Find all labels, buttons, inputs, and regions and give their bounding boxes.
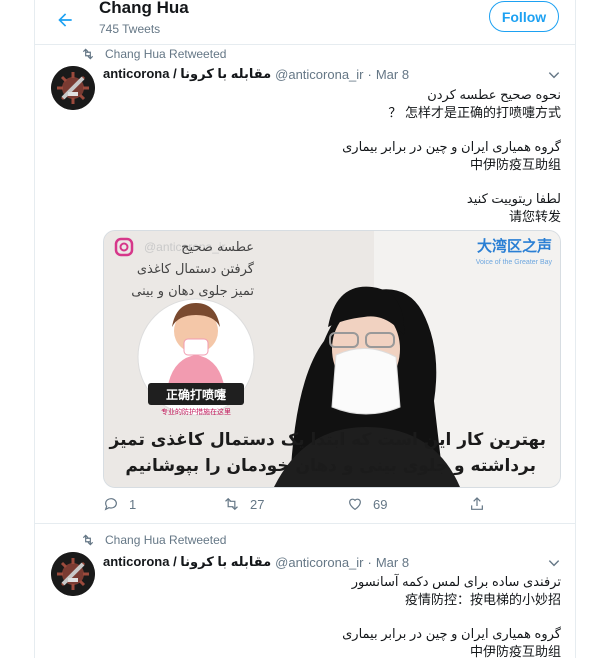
meta-separator: · <box>367 66 372 82</box>
tweet[interactable]: Chang Hua Retweeted anticorona / مقابله … <box>35 524 575 661</box>
channel-brand: 大湾区之声 <box>477 237 552 255</box>
display-name[interactable]: anticorona / مقابله با کرونا <box>103 66 271 82</box>
like-icon <box>349 498 361 511</box>
tweet-text: ترفندی ساده برای لمس دکمه آسانسور 疫情防控：按… <box>103 573 561 661</box>
chevron-down-icon[interactable] <box>547 68 561 82</box>
tweet-line-break <box>103 122 561 138</box>
tweet-line: لطفا ریتوییت کنید <box>466 191 561 206</box>
overlay-caption-line: تمیز جلوی دهان و بینی <box>131 284 254 299</box>
tweet-line: 疫情防控：按电梯的小妙招 <box>404 592 561 607</box>
user-handle[interactable]: @anticorona_ir <box>275 555 363 570</box>
illustration-badge-sub: 专业的防护措施在这里 <box>161 407 231 416</box>
profile-name: Chang Hua <box>99 0 189 17</box>
tweet-video[interactable]: @anticorona_ir عطسه صحیح گرفتن دستمال کا… <box>103 230 561 488</box>
retweet-indicator: Chang Hua Retweeted <box>81 533 226 547</box>
follow-button[interactable]: Follow <box>489 1 559 32</box>
tweet-line: گروه همیاری ایران و چین در برابر بیماری <box>342 626 561 641</box>
share-icon <box>471 497 483 510</box>
tweet-date[interactable]: Mar 8 <box>376 67 409 82</box>
retweet-icon <box>225 497 238 511</box>
reply-count: 1 <box>129 496 137 512</box>
share-button[interactable] <box>469 496 485 512</box>
tweet-line: 中伊防疫互助组 <box>469 157 561 172</box>
retweet-count: 27 <box>250 496 265 512</box>
retweet-indicator: Chang Hua Retweeted <box>81 47 226 61</box>
retweet-button[interactable]: 27 <box>223 496 264 512</box>
chevron-down-icon[interactable] <box>547 556 561 570</box>
profile-header: Chang Hua 745 Tweets Follow <box>35 0 575 45</box>
tweet-date[interactable]: Mar 8 <box>376 555 409 570</box>
tweet-line-break <box>103 609 561 625</box>
meta-separator: · <box>367 554 372 570</box>
illustration-badge: 正确打喷嚏 <box>166 387 227 402</box>
tweet-line: گروه همیاری ایران و چین در برابر بیماری <box>342 139 561 154</box>
retweet-icon <box>82 48 94 60</box>
video-subtitle-line: برداشته و جلوی بینی و دهان خودمان را بپو… <box>125 456 536 476</box>
tweet-text: نحوه صحیح عطسه کردن ？ 怎样才是正确的打喷嚏方式 گروه … <box>103 86 561 226</box>
tweet-line: ？ 怎样才是正确的打喷嚏方式 <box>388 105 561 120</box>
back-arrow-icon <box>58 13 72 27</box>
reply-button[interactable]: 1 <box>103 496 136 512</box>
tweet-count: 745 Tweets <box>99 22 161 36</box>
tweet-meta: anticorona / مقابله با کرونا @anticorona… <box>103 554 409 570</box>
like-button[interactable]: 69 <box>347 496 387 512</box>
tweet-line: ترفندی ساده برای لمس دکمه آسانسور <box>351 574 561 589</box>
reply-icon <box>104 498 117 511</box>
channel-brand-sub: Voice of the Greater Bay <box>476 259 553 266</box>
display-name[interactable]: anticorona / مقابله با کرونا <box>103 554 271 570</box>
back-button[interactable] <box>51 6 79 34</box>
avatar[interactable] <box>51 66 95 110</box>
avatar[interactable] <box>51 552 95 596</box>
overlay-caption-line: گرفتن دستمال کاغذی <box>137 261 255 277</box>
video-subtitle-line: بهترین کار این است که ابتدا یک دستمال کا… <box>109 430 546 450</box>
like-count: 69 <box>373 496 388 512</box>
tweet-line-break <box>103 174 561 190</box>
overlay-caption-line: عطسه صحیح <box>181 240 254 255</box>
tweet[interactable]: Chang Hua Retweeted anticorona / مقابله … <box>35 44 575 524</box>
retweet-icon <box>82 534 94 546</box>
retweet-label: Chang Hua Retweeted <box>105 47 227 61</box>
tweet-meta: anticorona / مقابله با کرونا @anticorona… <box>103 66 409 82</box>
tweet-line: 请您转发 <box>508 209 561 224</box>
retweet-label: Chang Hua Retweeted <box>105 533 227 547</box>
tweet-line: نحوه صحیح عطسه کردن <box>427 87 561 102</box>
profile-timeline: Chang Hua 745 Tweets Follow Chang Hua Re… <box>34 0 576 661</box>
tweet-actions: 1 27 69 <box>103 496 561 516</box>
user-handle[interactable]: @anticorona_ir <box>275 67 363 82</box>
tweet-line: 中伊防疫互助组 <box>469 644 561 659</box>
